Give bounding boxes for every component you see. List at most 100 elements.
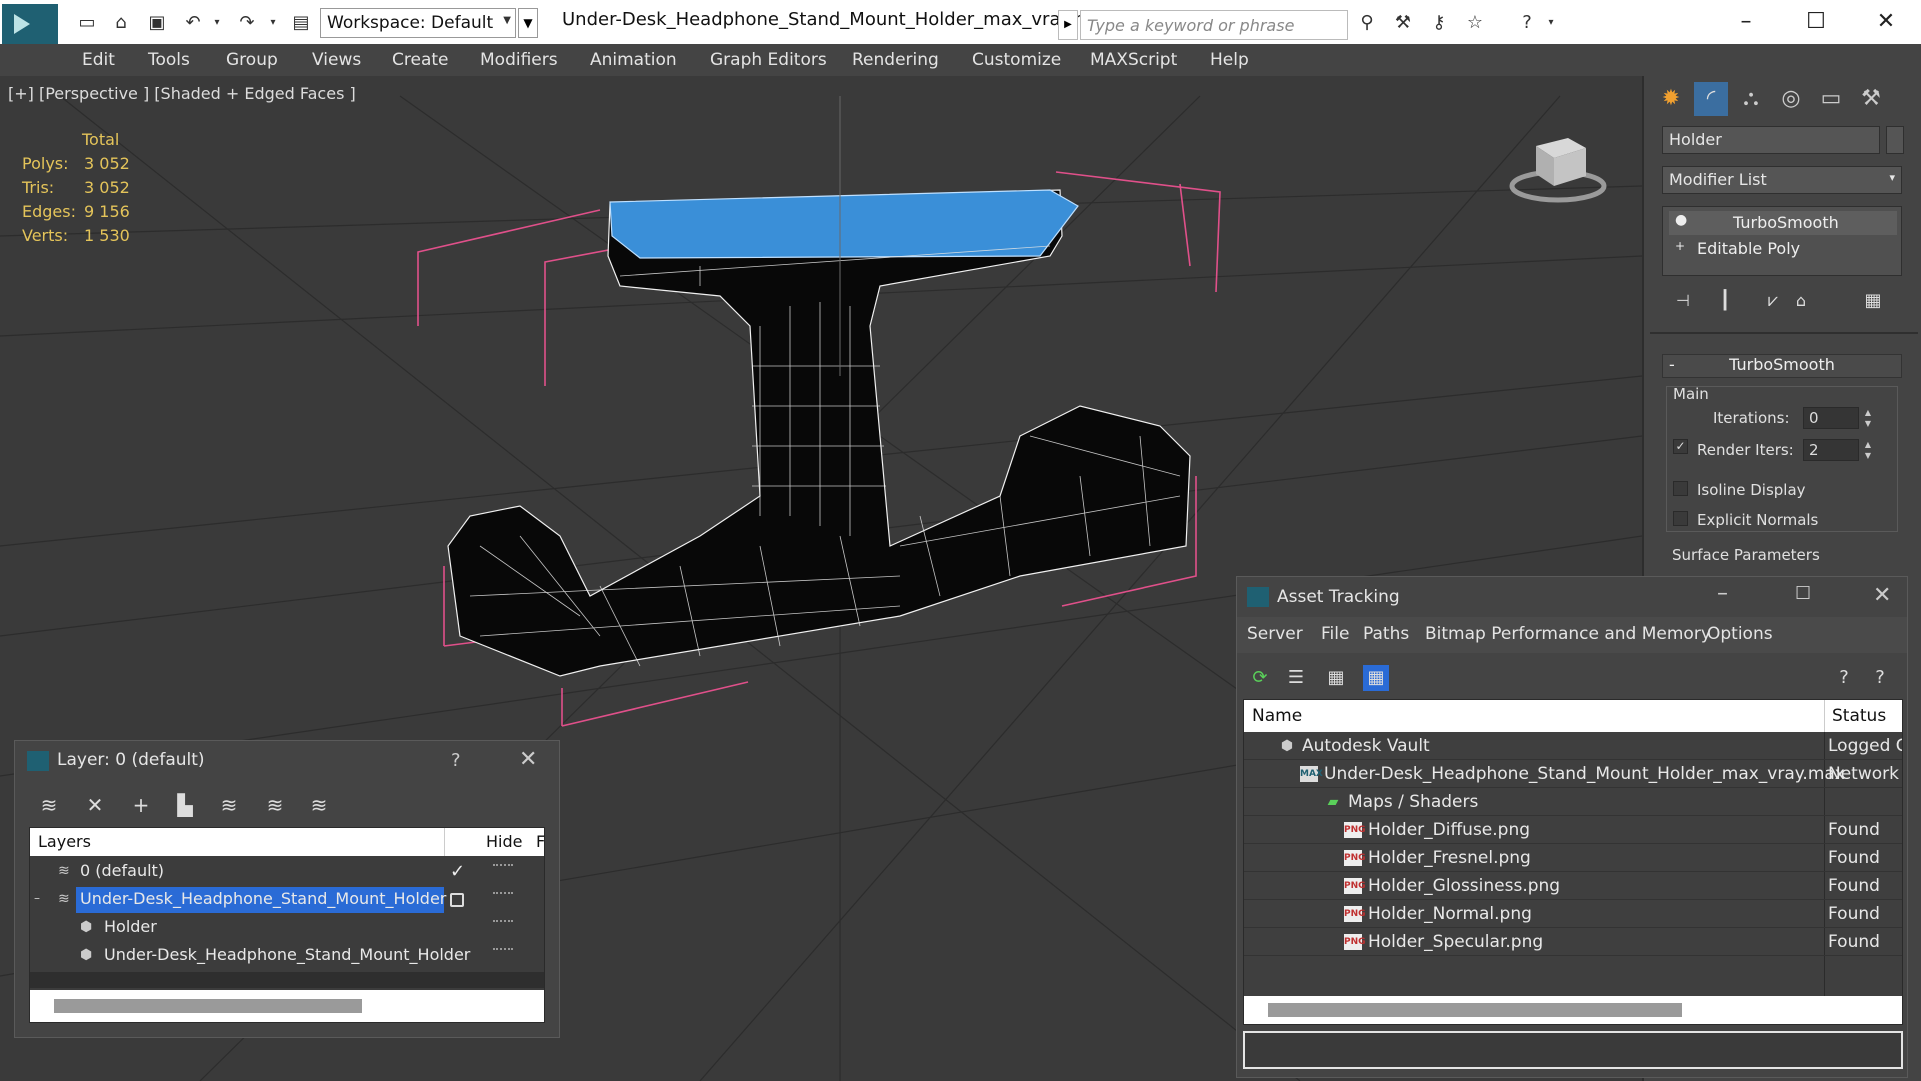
menu-file[interactable]: File [1321, 624, 1349, 644]
delete-layer-icon[interactable]: ✕ [81, 791, 109, 819]
viewcube-icon[interactable] [1508, 130, 1608, 210]
menu-rendering[interactable]: Rendering [852, 50, 939, 70]
render-iters-spinner[interactable]: 2 [1803, 439, 1859, 461]
minimize-button[interactable]: – [1726, 6, 1766, 38]
select-objects-icon[interactable]: ▙ [171, 791, 199, 819]
horizontal-scrollbar[interactable] [1244, 996, 1902, 1024]
asset-row[interactable]: ⬢ Autodesk Vault Logged C [1244, 732, 1902, 760]
redo-dropdown-icon[interactable]: ▾ [262, 12, 284, 34]
lightbulb-icon[interactable]: ● [1675, 212, 1687, 228]
favorites-star-icon[interactable]: ☆ [1464, 12, 1486, 34]
set-active-box-icon[interactable] [450, 893, 464, 907]
asset-row[interactable]: PNG Holder_Specular.png Found [1244, 928, 1902, 956]
save-icon[interactable]: ▣ [146, 12, 168, 34]
search-input[interactable]: Type a keyword or phrase [1080, 10, 1348, 40]
layer-row[interactable]: ≋ 0 (default) ✓ [30, 858, 544, 886]
display-tab-icon[interactable]: ▭ [1814, 82, 1848, 116]
layer-row[interactable]: – ≋ Under-Desk_Headphone_Stand_Mount_Hol… [30, 886, 544, 914]
col-hide[interactable]: Hide [486, 832, 522, 851]
hide-toggle[interactable] [493, 920, 513, 924]
close-icon[interactable]: ✕ [519, 747, 537, 772]
menu-create[interactable]: Create [392, 50, 449, 70]
undo-dropdown-icon[interactable]: ▾ [206, 12, 228, 34]
object-name-input[interactable]: Holder [1662, 126, 1880, 154]
col-status[interactable]: Status [1832, 706, 1886, 726]
object-row[interactable]: ⬢ Holder [30, 914, 544, 942]
stack-item-turbosmooth[interactable]: ● TurboSmooth [1669, 211, 1897, 235]
asset-tracking-titlebar[interactable]: Asset Tracking – ☐ ✕ [1237, 577, 1907, 617]
pin-stack-icon[interactable]: ⊣ [1666, 284, 1700, 318]
spinner-arrows-icon[interactable]: ▲ ▼ [1861, 439, 1875, 461]
menu-edit[interactable]: Edit [82, 50, 115, 70]
project-folder-icon[interactable]: ▤ [290, 12, 312, 34]
signin-icon[interactable]: ⚷ [1428, 12, 1450, 34]
asset-row[interactable]: ▰ Maps / Shaders [1244, 788, 1902, 816]
modify-tab-icon[interactable]: ◜ [1694, 82, 1728, 116]
utilities-tab-icon[interactable]: ⚒ [1854, 82, 1888, 116]
help-icon[interactable]: ? [1516, 12, 1538, 34]
asset-row[interactable]: PNG Holder_Glossiness.png Found [1244, 872, 1902, 900]
maximize-button[interactable]: ☐ [1796, 6, 1836, 38]
hide-toggle[interactable] [493, 892, 513, 896]
table-view-icon[interactable]: ▦ [1363, 665, 1389, 691]
asset-row[interactable]: PNG Holder_Fresnel.png Found [1244, 844, 1902, 872]
horizontal-scrollbar[interactable] [30, 990, 544, 1022]
binoculars-icon[interactable]: ⚲ [1356, 12, 1378, 34]
menu-server[interactable]: Server [1247, 624, 1303, 644]
minimize-button[interactable]: – [1717, 581, 1728, 606]
context-help-icon[interactable]: ? [1867, 665, 1893, 691]
layer-manager-icon[interactable]: ≋ [35, 791, 63, 819]
turbosmooth-rollout-header[interactable]: - TurboSmooth [1662, 354, 1902, 378]
viewport-label[interactable]: [+] [Perspective ] [Shaded + Edged Faces… [8, 84, 356, 103]
hierarchy-tab-icon[interactable]: ⛬ [1734, 82, 1768, 116]
object-row[interactable]: ⬢ Under-Desk_Headphone_Stand_Mount_Holde… [30, 942, 544, 970]
search-expand-button[interactable]: ▶ [1058, 10, 1078, 40]
close-button[interactable]: ✕ [1866, 6, 1906, 38]
iterations-spinner[interactable]: 0 [1803, 407, 1859, 429]
help-button[interactable]: ? [451, 750, 461, 771]
asset-path-field[interactable] [1243, 1031, 1903, 1069]
asset-row[interactable]: MAX Under-Desk_Headphone_Stand_Mount_Hol… [1244, 760, 1902, 788]
menu-tools[interactable]: Tools [148, 50, 190, 70]
workspace-menu-button[interactable]: ▼ [518, 8, 538, 38]
scrollbar-thumb[interactable] [1268, 1003, 1682, 1017]
menu-paths[interactable]: Paths [1363, 624, 1409, 644]
scrollbar-thumb[interactable] [54, 999, 362, 1013]
thumbnail-view-icon[interactable]: ▦ [1323, 665, 1349, 691]
menu-modifiers[interactable]: Modifiers [480, 50, 558, 70]
highlight-layer-icon[interactable]: ≋ [215, 791, 243, 819]
col-name[interactable]: Name [1252, 706, 1302, 726]
collapse-icon[interactable]: – [34, 891, 40, 905]
open-file-icon[interactable]: ⌂ [110, 12, 132, 34]
menu-options[interactable]: Options [1707, 624, 1773, 644]
spinner-arrows-icon[interactable]: ▲ ▼ [1861, 407, 1875, 429]
menu-bitmap-performance[interactable]: Bitmap Performance and Memory [1425, 624, 1711, 644]
list-view-icon[interactable]: ☰ [1283, 665, 1309, 691]
add-to-layer-icon[interactable]: + [127, 791, 155, 819]
asset-row[interactable]: PNG Holder_Diffuse.png Found [1244, 816, 1902, 844]
menu-maxscript[interactable]: MAXScript [1090, 50, 1177, 70]
freeze-all-layers-icon[interactable]: ≋ [305, 791, 333, 819]
menu-customize[interactable]: Customize [972, 50, 1061, 70]
create-tab-icon[interactable]: ✹ [1654, 82, 1688, 116]
redo-icon[interactable]: ↷ [236, 12, 258, 34]
maximize-button[interactable]: ☐ [1795, 583, 1811, 604]
new-file-icon[interactable]: ▭ [76, 12, 98, 34]
hide-all-layers-icon[interactable]: ≋ [261, 791, 289, 819]
col-layers[interactable]: Layers [38, 832, 91, 851]
expand-plus-icon[interactable]: + [1675, 239, 1685, 253]
hide-toggle[interactable] [493, 948, 513, 952]
col-freeze[interactable]: F [536, 832, 545, 851]
stack-item-editable-poly[interactable]: + Editable Poly [1669, 237, 1897, 261]
asset-row[interactable]: PNG Holder_Normal.png Found [1244, 900, 1902, 928]
close-icon[interactable]: ✕ [1873, 583, 1891, 608]
undo-icon[interactable]: ↶ [182, 12, 204, 34]
configure-modifier-sets-icon[interactable]: ▦ [1856, 284, 1890, 318]
menu-views[interactable]: Views [312, 50, 361, 70]
help-icon[interactable]: ? [1831, 665, 1857, 691]
modifier-list-dropdown[interactable]: Modifier List ▾ [1662, 166, 1902, 194]
object-color-swatch[interactable] [1886, 126, 1904, 154]
hide-toggle[interactable] [493, 864, 513, 868]
render-iters-checkbox[interactable]: ✓ [1673, 439, 1688, 454]
help-dropdown-icon[interactable]: ▾ [1540, 12, 1562, 34]
